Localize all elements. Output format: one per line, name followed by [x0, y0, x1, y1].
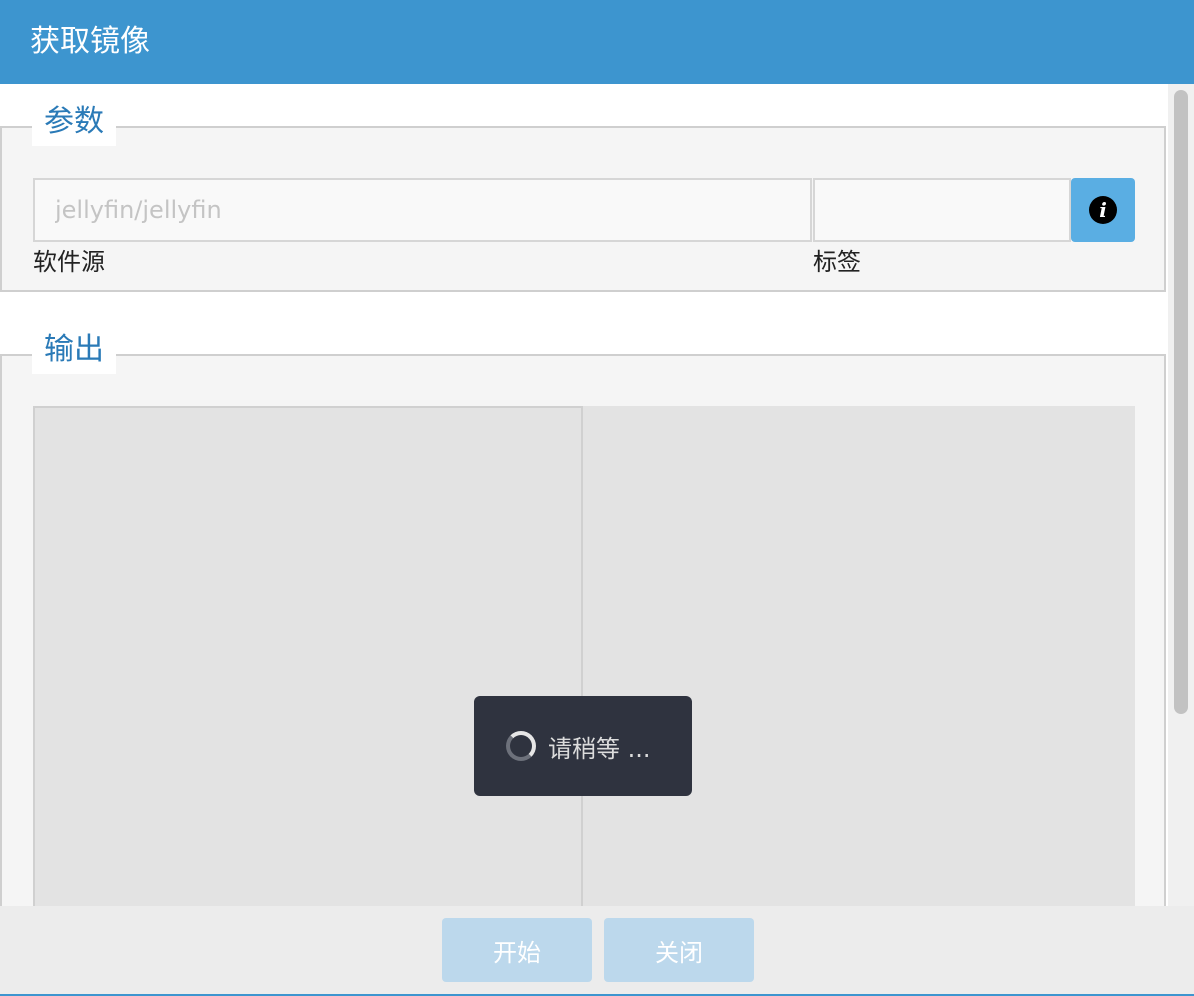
start-button[interactable]: 开始 — [442, 918, 592, 982]
dialog-title: 获取镜像 — [0, 0, 1194, 84]
loading-text: 请稍等 ... — [548, 734, 651, 763]
pull-image-dialog: 获取镜像 参数 i 软件源 标签 输出 开始 关闭 请稍等 ... — [0, 0, 1194, 996]
info-button[interactable]: i — [1071, 178, 1135, 242]
repo-label: 软件源 — [33, 248, 105, 276]
params-legend: 参数 — [32, 98, 116, 146]
loading-toast: 请稍等 ... — [474, 696, 692, 796]
scrollbar-thumb[interactable] — [1174, 90, 1188, 714]
tag-input[interactable] — [813, 178, 1071, 242]
spinner-icon — [506, 731, 536, 761]
output-fieldset: 输出 — [0, 326, 1166, 906]
scrollbar-track[interactable] — [1168, 84, 1194, 906]
output-log-pane-left[interactable] — [33, 406, 583, 906]
close-button[interactable]: 关闭 — [604, 918, 754, 982]
info-icon: i — [1089, 196, 1117, 224]
tag-label: 标签 — [813, 248, 861, 276]
output-legend: 输出 — [32, 326, 116, 374]
params-fieldset: 参数 i 软件源 标签 — [0, 98, 1166, 292]
output-log-pane-right[interactable] — [583, 406, 1135, 906]
repo-input[interactable] — [33, 178, 812, 242]
dialog-footer: 开始 关闭 — [0, 906, 1194, 996]
